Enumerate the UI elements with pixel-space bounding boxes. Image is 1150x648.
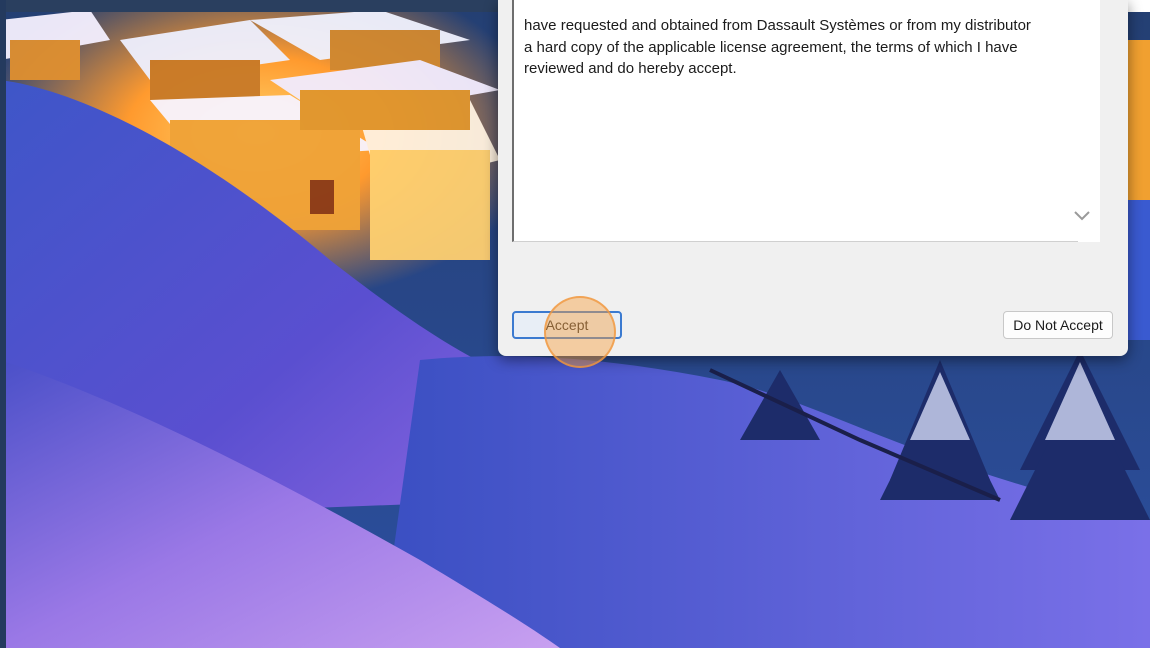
do-not-accept-button[interactable]: Do Not Accept (1003, 311, 1113, 339)
scrollbar[interactable] (1074, 0, 1100, 242)
license-text-area[interactable]: have requested and obtained from Dassaul… (512, 0, 1100, 242)
accept-button[interactable]: Accept (512, 311, 622, 339)
screen-edge (0, 0, 6, 648)
license-dialog: have requested and obtained from Dassaul… (498, 0, 1128, 356)
license-agreement-text: have requested and obtained from Dassaul… (524, 17, 1031, 77)
chevron-down-icon[interactable] (1072, 208, 1092, 224)
